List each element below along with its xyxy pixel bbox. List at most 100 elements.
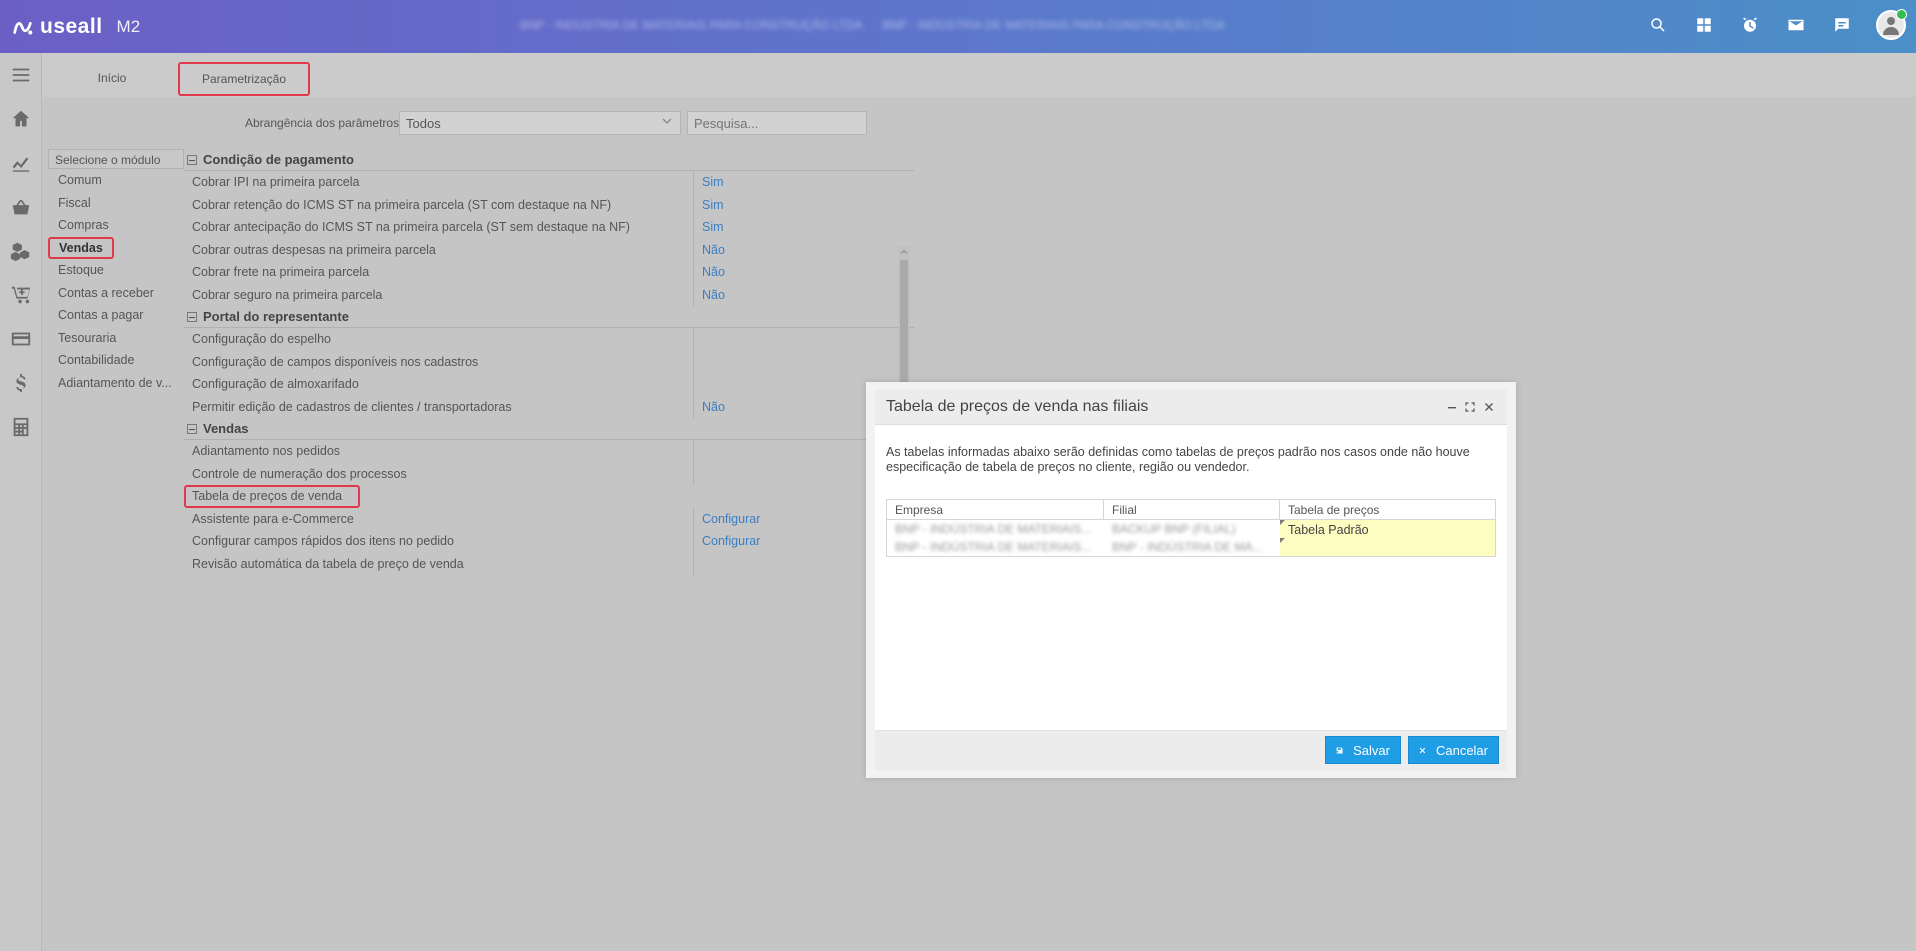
user-avatar[interactable] bbox=[1876, 9, 1907, 40]
param-value[interactable]: Não bbox=[694, 396, 733, 419]
param-value[interactable] bbox=[694, 373, 710, 396]
menu-icon[interactable] bbox=[0, 53, 42, 97]
param-row[interactable]: Configurar campos rápidos dos itens no p… bbox=[184, 530, 914, 553]
scope-select[interactable]: Todos bbox=[399, 111, 681, 135]
param-value[interactable] bbox=[694, 463, 710, 486]
module-item-tesouraria[interactable]: Tesouraria bbox=[48, 327, 184, 350]
param-value[interactable]: Não bbox=[694, 284, 733, 307]
param-value[interactable] bbox=[694, 553, 710, 576]
module-item-contas-a-receber[interactable]: Contas a receber bbox=[48, 282, 184, 305]
section-header[interactable]: Condição de pagamento bbox=[184, 149, 914, 171]
cart-icon[interactable] bbox=[0, 273, 42, 317]
collapse-icon[interactable] bbox=[187, 423, 197, 434]
collapse-icon[interactable] bbox=[187, 311, 197, 322]
cell-empresa: BNP - INDÚSTRIA DE MATERIAIS... bbox=[895, 540, 1092, 554]
param-value[interactable]: Configurar bbox=[694, 508, 768, 531]
param-value[interactable]: Sim bbox=[694, 216, 732, 239]
module-item-fiscal[interactable]: Fiscal bbox=[48, 192, 184, 215]
param-name: Configuração do espelho bbox=[184, 328, 694, 351]
scroll-up-icon[interactable] bbox=[900, 248, 908, 256]
param-row[interactable]: Configuração de campos disponíveis nos c… bbox=[184, 350, 914, 374]
card-icon[interactable] bbox=[0, 317, 42, 361]
dollar-icon[interactable] bbox=[0, 361, 42, 405]
param-value[interactable]: Sim bbox=[694, 171, 732, 194]
section-header[interactable]: Portal do representante bbox=[184, 306, 914, 328]
param-row[interactable]: Assistente para e-Commerce Configurar bbox=[184, 507, 914, 531]
search-icon[interactable] bbox=[1646, 13, 1670, 37]
param-row[interactable]: Configuração de almoxarifado bbox=[184, 373, 914, 396]
module-item-comum[interactable]: Comum bbox=[48, 169, 184, 192]
param-row[interactable]: Adiantamento nos pedidos bbox=[184, 440, 914, 463]
param-row[interactable]: Cobrar retenção do ICMS ST na primeira p… bbox=[184, 193, 914, 217]
collapse-icon[interactable] bbox=[187, 154, 197, 165]
section-title: Portal do representante bbox=[203, 309, 349, 324]
param-value[interactable]: Não bbox=[694, 261, 733, 284]
calculator-icon[interactable] bbox=[0, 405, 42, 449]
param-row[interactable]: Cobrar antecipação do ICMS ST na primeir… bbox=[184, 216, 914, 239]
cancel-button[interactable]: Cancelar bbox=[1408, 736, 1499, 764]
param-row[interactable]: Permitir edição de cadastros de clientes… bbox=[184, 395, 914, 419]
param-row[interactable]: Revisão automática da tabela de preço de… bbox=[184, 552, 914, 576]
column-header-empresa[interactable]: Empresa bbox=[887, 500, 1104, 519]
parameter-list: Condição de pagamento Cobrar IPI na prim… bbox=[184, 149, 914, 589]
mail-icon[interactable] bbox=[1784, 13, 1808, 37]
dirty-marker-icon bbox=[1280, 538, 1285, 543]
param-name: Configuração de almoxarifado bbox=[184, 373, 694, 396]
param-value[interactable] bbox=[694, 328, 710, 351]
alarm-icon[interactable] bbox=[1738, 13, 1762, 37]
param-name: Cobrar IPI na primeira parcela bbox=[184, 171, 694, 194]
param-row[interactable]: Cobrar seguro na primeira parcela Não bbox=[184, 283, 914, 307]
module-item-adiantamento[interactable]: Adiantamento de v... bbox=[48, 372, 184, 395]
dirty-marker-icon bbox=[1280, 520, 1285, 525]
minimize-icon[interactable] bbox=[1445, 400, 1459, 414]
param-row[interactable]: Cobrar frete na primeira parcela Não bbox=[184, 261, 914, 284]
module-item-contas-a-pagar[interactable]: Contas a pagar bbox=[48, 304, 184, 327]
dialog-description: As tabelas informadas abaixo serão defin… bbox=[886, 445, 1470, 474]
param-row-tabela-precos[interactable]: Tabela de preços de venda bbox=[184, 485, 914, 508]
home-icon[interactable] bbox=[0, 97, 42, 141]
param-value[interactable] bbox=[692, 485, 708, 508]
section-title: Condição de pagamento bbox=[203, 152, 354, 167]
cell-filial: BACKUP BNP (FILIAL) bbox=[1112, 522, 1236, 536]
param-value[interactable]: Configurar bbox=[694, 530, 768, 553]
param-name: Cobrar antecipação do ICMS ST na primeir… bbox=[184, 216, 694, 239]
search-input[interactable] bbox=[687, 111, 867, 135]
module-item-vendas[interactable]: Vendas bbox=[48, 236, 114, 259]
column-header-tabela[interactable]: Tabela de preços bbox=[1280, 500, 1495, 519]
param-row[interactable]: Cobrar outras despesas na primeira parce… bbox=[184, 238, 914, 262]
param-value[interactable] bbox=[694, 351, 710, 374]
scrollbar-thumb[interactable] bbox=[900, 260, 908, 394]
apps-icon[interactable] bbox=[1692, 13, 1716, 37]
param-row[interactable]: Controle de numeração dos processos bbox=[184, 462, 914, 486]
param-row[interactable]: Cobrar IPI na primeira parcela Sim bbox=[184, 171, 914, 194]
cell-tabela[interactable]: Tabela Padrão bbox=[1288, 523, 1369, 537]
param-name: Cobrar retenção do ICMS ST na primeira p… bbox=[184, 193, 694, 216]
module-item-compras[interactable]: Compras bbox=[48, 214, 184, 237]
module-list: Selecione o módulo Comum Fiscal Compras … bbox=[48, 149, 184, 394]
param-value[interactable]: Sim bbox=[694, 194, 732, 217]
section-header[interactable]: Vendas bbox=[184, 418, 914, 440]
boxes-icon[interactable] bbox=[0, 229, 42, 273]
chat-icon[interactable] bbox=[1830, 13, 1854, 37]
close-icon[interactable] bbox=[1482, 400, 1496, 414]
company-name: BNP - INDÚSTRIA DE MATERIAIS PARA CONSTR… bbox=[520, 18, 1310, 32]
dialog-header[interactable]: Tabela de preços de venda nas filiais bbox=[875, 390, 1507, 425]
save-button[interactable]: Salvar bbox=[1325, 736, 1401, 764]
param-name: Cobrar frete na primeira parcela bbox=[184, 261, 694, 284]
module-item-estoque[interactable]: Estoque bbox=[48, 259, 184, 282]
tab-inicio[interactable]: Início bbox=[72, 63, 152, 93]
basket-icon[interactable] bbox=[0, 185, 42, 229]
dialog-title: Tabela de preços de venda nas filiais bbox=[886, 398, 1149, 415]
column-header-filial[interactable]: Filial bbox=[1104, 500, 1280, 519]
tab-parametrizacao[interactable]: Parametrização bbox=[178, 62, 310, 96]
param-row[interactable]: Configuração do espelho bbox=[184, 328, 914, 351]
param-name: Configurar campos rápidos dos itens no p… bbox=[184, 530, 694, 553]
param-value[interactable]: Não bbox=[694, 239, 733, 262]
top-bar: useall M2 BNP - INDÚSTRIA DE MATERIAIS P… bbox=[0, 0, 1916, 53]
section-title: Vendas bbox=[203, 421, 249, 436]
chart-icon[interactable] bbox=[0, 141, 42, 185]
module-item-contabilidade[interactable]: Contabilidade bbox=[48, 349, 184, 372]
param-value[interactable] bbox=[694, 440, 710, 463]
maximize-icon[interactable] bbox=[1463, 400, 1477, 414]
app-logo[interactable]: useall M2 bbox=[12, 14, 140, 40]
